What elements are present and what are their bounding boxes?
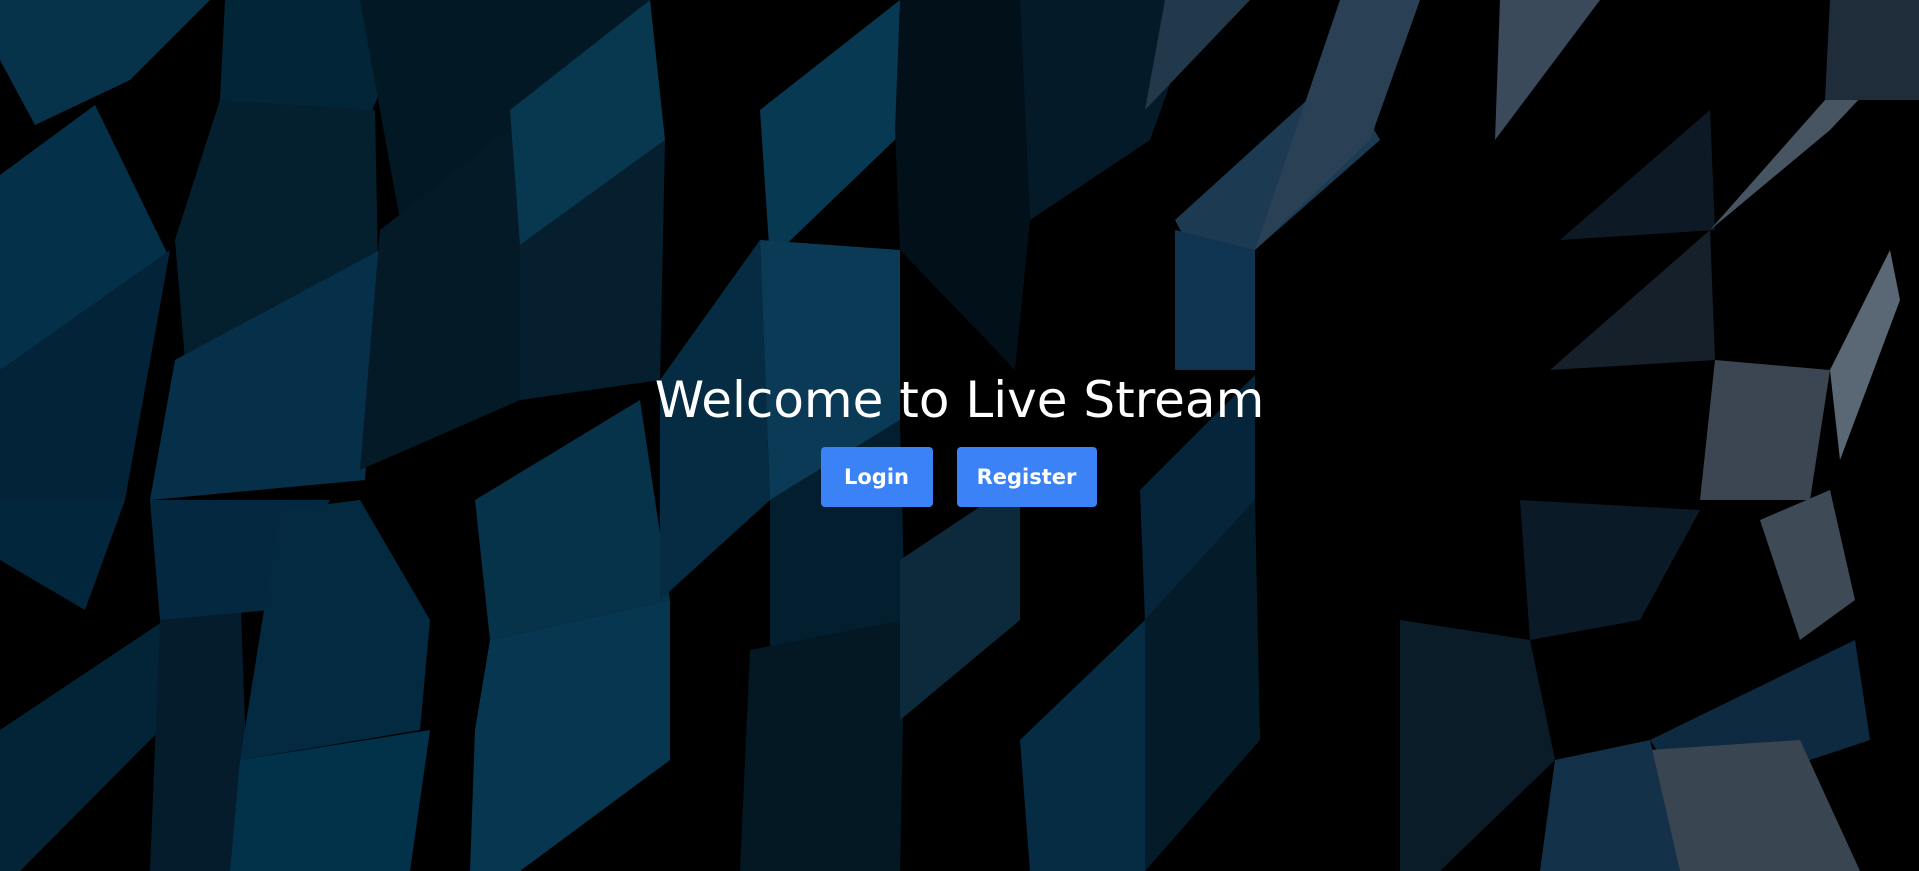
landing-page: Welcome to Live Stream Login Register xyxy=(0,0,1919,871)
register-button[interactable]: Register xyxy=(956,447,1097,507)
login-button[interactable]: Login xyxy=(820,447,933,507)
hero: Welcome to Live Stream Login Register xyxy=(0,360,1919,507)
auth-actions: Login Register xyxy=(0,447,1919,507)
page-title: Welcome to Live Stream xyxy=(654,371,1265,429)
